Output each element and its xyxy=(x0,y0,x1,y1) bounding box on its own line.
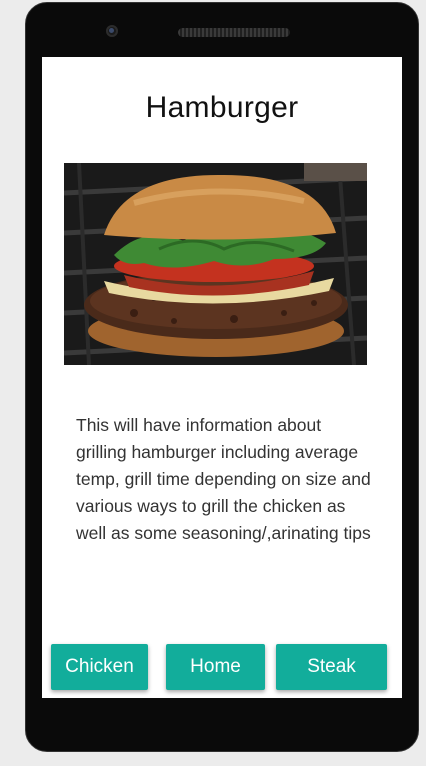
chicken-button[interactable]: Chicken xyxy=(51,644,148,690)
description-text: This will have information about grillin… xyxy=(76,415,371,543)
speaker-grille xyxy=(178,28,290,37)
home-button[interactable]: Home xyxy=(166,644,265,690)
hamburger-photo xyxy=(64,163,367,365)
page-title: Hamburger xyxy=(145,91,299,124)
phone-frame: Hamburger This will have information abo… xyxy=(25,2,419,752)
camera-icon xyxy=(106,25,118,37)
steak-button[interactable]: Steak xyxy=(276,644,387,690)
app-screen: Hamburger This will have information abo… xyxy=(42,57,402,698)
